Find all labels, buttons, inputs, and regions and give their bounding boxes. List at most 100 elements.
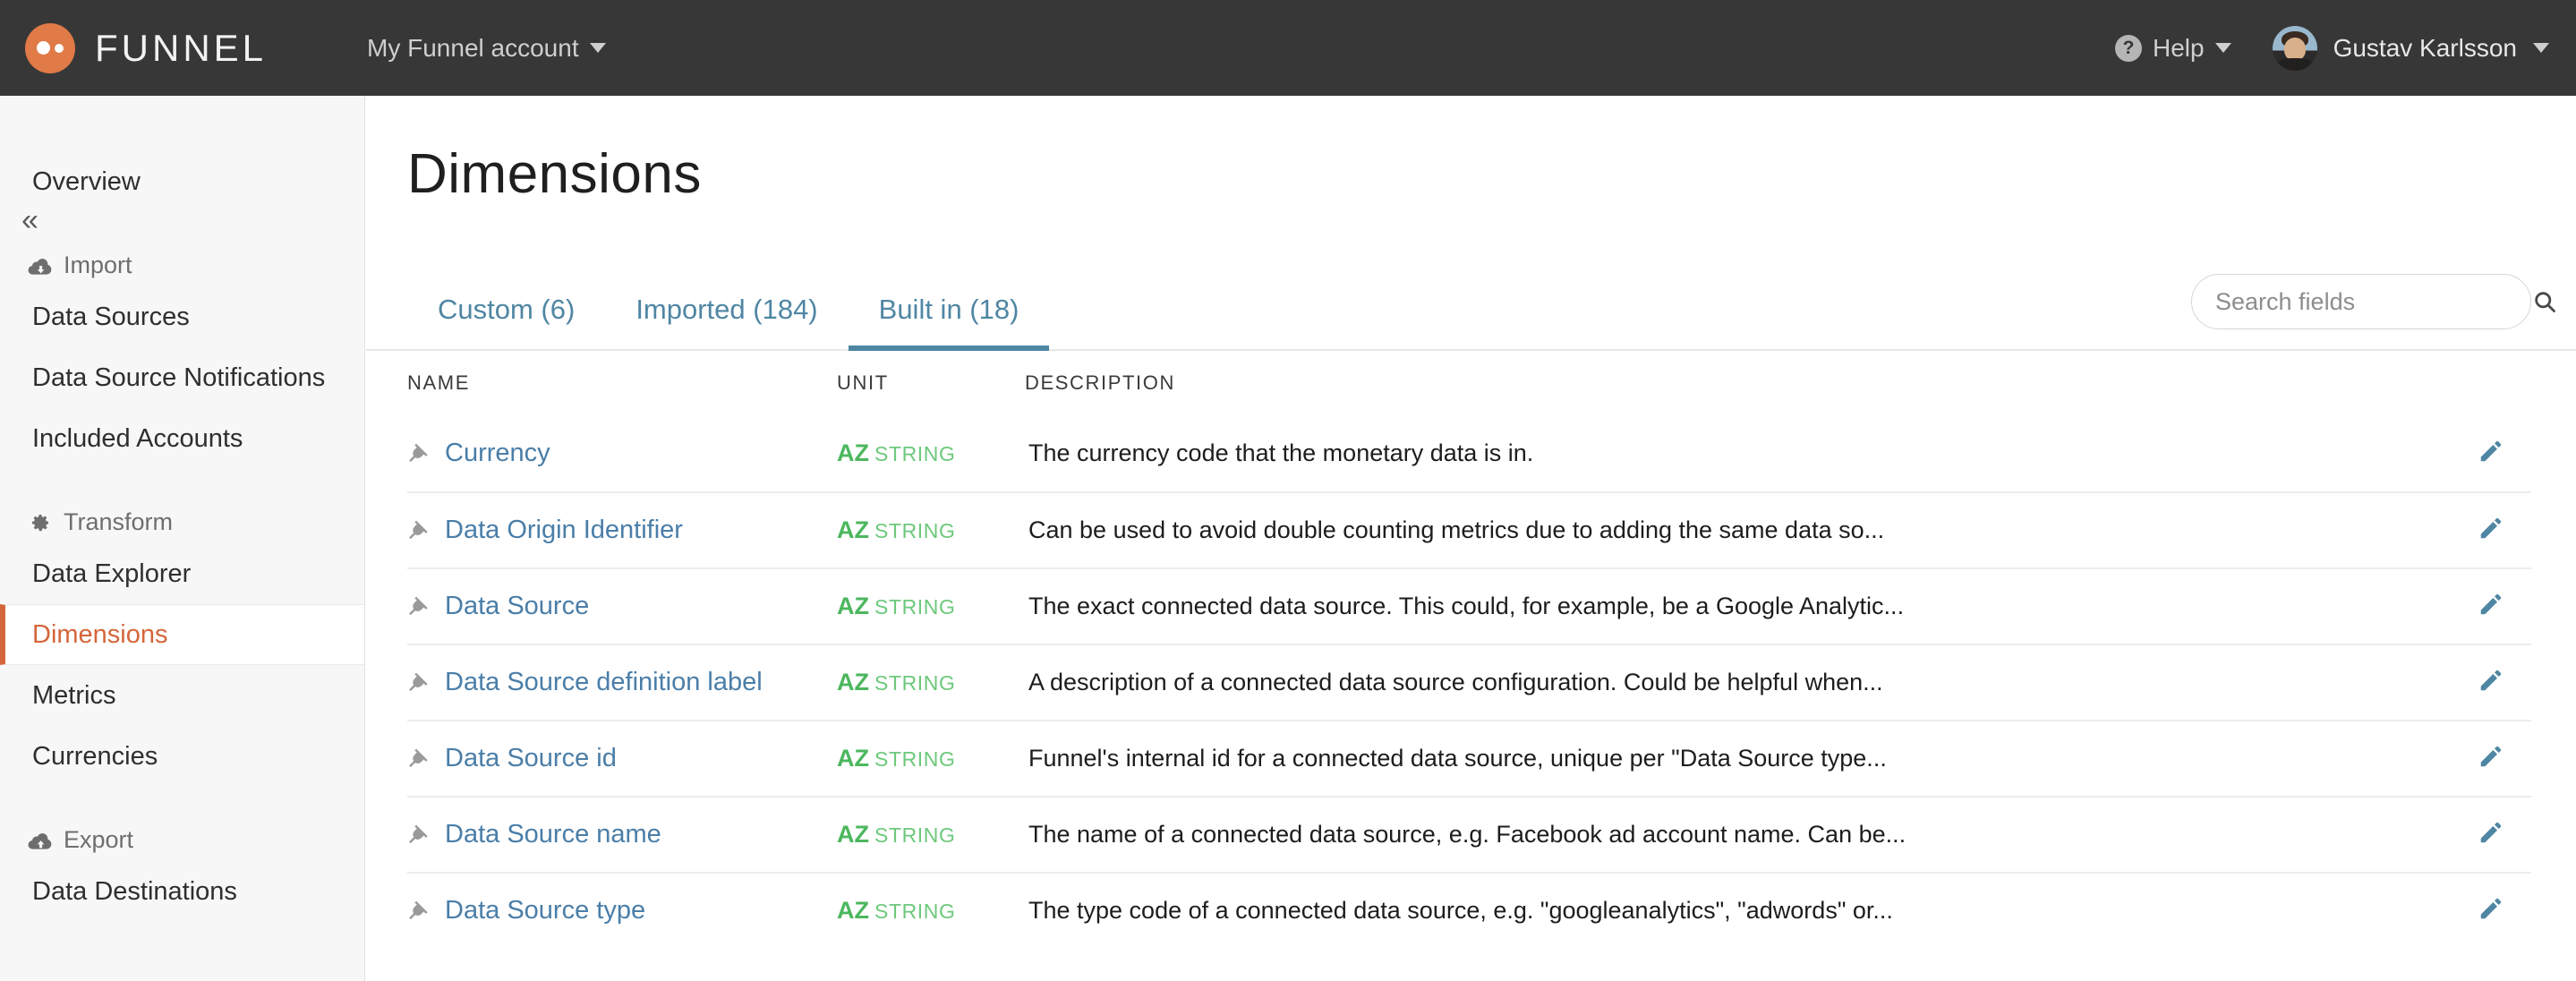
dimension-name-label: Currency — [445, 439, 550, 467]
sidebar-item-label: Currencies — [32, 741, 158, 771]
sidebar-item-included-accounts[interactable]: Included Accounts — [0, 408, 364, 469]
chevron-down-icon — [2214, 43, 2231, 53]
row-actions — [2451, 743, 2531, 774]
dimension-name-label: Data Source — [445, 592, 590, 620]
dimension-name-label: Data Origin Identifier — [445, 516, 683, 544]
brand-logo-group[interactable]: FUNNEL — [25, 22, 268, 73]
sidebar-item-data-sources[interactable]: Data Sources — [0, 286, 364, 347]
table-row: Data Source type AZ STRING The type code of… — [407, 872, 2531, 948]
user-menu-dropdown[interactable]: Gustav Karlsson — [2272, 25, 2549, 71]
pencil-icon[interactable] — [2478, 438, 2504, 465]
pencil-icon[interactable] — [2478, 667, 2504, 694]
pencil-icon[interactable] — [2478, 819, 2504, 846]
sidebar-item-label: Included Accounts — [32, 423, 243, 453]
sidebar-item-label: Dimensions — [32, 619, 168, 649]
sidebar-item-dimensions[interactable]: Dimensions — [0, 604, 364, 665]
edit-dimension-button[interactable] — [2478, 819, 2504, 850]
sidebar-item-label: Metrics — [32, 680, 116, 710]
unit-type: STRING — [874, 442, 956, 465]
sidebar-item-data-source-notifications[interactable]: Data Source Notifications — [0, 347, 364, 408]
dimension-unit: AZ STRING — [837, 897, 1025, 925]
pencil-icon[interactable] — [2478, 515, 2504, 542]
help-menu-label: Help — [2152, 33, 2205, 62]
plug-icon — [409, 748, 428, 767]
sidebar-item-metrics[interactable]: Metrics — [0, 665, 364, 726]
unit-code: AZ — [837, 821, 869, 848]
dimension-name-link[interactable]: Data Source type — [407, 896, 837, 926]
dimension-name-link[interactable]: Currency — [407, 439, 837, 468]
row-actions — [2451, 667, 2531, 698]
edit-dimension-button[interactable] — [2478, 743, 2504, 774]
table-row: Data Source AZ STRING The exact connected d… — [407, 567, 2531, 644]
tab-built-in-18[interactable]: Built in (18) — [848, 294, 1050, 351]
user-menu-label: Gustav Karlsson — [2333, 33, 2517, 62]
sidebar-collapse-icon[interactable]: « — [14, 201, 46, 239]
search-input[interactable] — [2215, 287, 2532, 316]
sidebar-section-export: Export — [0, 826, 364, 854]
sidebar-section-transform: Transform — [0, 508, 364, 536]
table-header-row: NAME UNIT DESCRIPTION — [407, 351, 2531, 415]
edit-dimension-button[interactable] — [2478, 515, 2504, 546]
column-header-unit: UNIT — [837, 371, 889, 394]
dimension-description: Can be used to avoid double counting met… — [1028, 516, 1885, 543]
dimension-name-label: Data Source name — [445, 820, 661, 849]
sidebar-section-label: Export — [64, 826, 134, 853]
dimension-description: The name of a connected data source, e.g… — [1028, 821, 1906, 848]
unit-type: STRING — [874, 595, 956, 618]
table-body: Currency AZ STRING The currency code that t… — [407, 415, 2531, 948]
row-actions — [2451, 895, 2531, 926]
sidebar-item-overview[interactable]: Overview — [0, 151, 364, 212]
sidebar-item-label: Data Sources — [32, 302, 190, 331]
tab-label: Custom (6) — [438, 294, 576, 325]
dimension-name-link[interactable]: Data Source — [407, 592, 837, 621]
chevron-down-icon — [589, 43, 606, 53]
funnel-logo-icon — [25, 22, 75, 73]
dimension-name-link[interactable]: Data Origin Identifier — [407, 516, 837, 545]
dimension-name-label: Data Source id — [445, 744, 617, 772]
edit-dimension-button[interactable] — [2478, 438, 2504, 469]
row-actions — [2451, 438, 2531, 469]
help-menu-dropdown[interactable]: ? Help — [2114, 33, 2231, 63]
dimension-unit: AZ STRING — [837, 593, 1025, 620]
plug-icon — [409, 824, 428, 843]
account-menu-dropdown[interactable]: My Funnel account — [367, 34, 606, 63]
plug-icon — [409, 596, 428, 615]
pencil-icon[interactable] — [2478, 895, 2504, 922]
dimension-name-link[interactable]: Data Source definition label — [407, 668, 837, 697]
help-question-icon: ? — [2114, 34, 2142, 62]
search-box[interactable] — [2191, 274, 2555, 329]
column-header-name: NAME — [407, 371, 470, 394]
sidebar-item-data-destinations[interactable]: Data Destinations — [0, 861, 364, 922]
unit-type: STRING — [874, 747, 956, 771]
unit-type: STRING — [874, 519, 956, 542]
search-icon — [2535, 292, 2555, 312]
brand-name: FUNNEL — [95, 26, 268, 69]
dimension-description: The currency code that the monetary data… — [1028, 439, 1534, 466]
tab-list: Custom (6) Imported (184) Built in (18) — [407, 294, 1050, 351]
pencil-icon[interactable] — [2478, 591, 2504, 618]
sidebar: « Overview Import Data Sources Data Source … — [0, 96, 365, 981]
sidebar-section-import: Import — [0, 252, 364, 279]
edit-dimension-button[interactable] — [2478, 591, 2504, 622]
table-row: Data Source definition label AZ STRING A de… — [407, 644, 2531, 720]
sidebar-nav-list: Overview Import Data Sources Data Source No… — [0, 96, 364, 922]
edit-dimension-button[interactable] — [2478, 667, 2504, 698]
avatar — [2272, 25, 2317, 71]
dimension-description: The exact connected data source. This co… — [1028, 593, 1905, 619]
dimension-name-link[interactable]: Data Source name — [407, 820, 837, 849]
tab-imported-184[interactable]: Imported (184) — [605, 294, 848, 351]
unit-code: AZ — [837, 593, 869, 619]
dimension-name-link[interactable]: Data Source id — [407, 744, 837, 773]
sidebar-item-data-explorer[interactable]: Data Explorer — [0, 543, 364, 604]
account-menu-label: My Funnel account — [367, 33, 579, 62]
sidebar-item-currencies[interactable]: Currencies — [0, 726, 364, 787]
row-actions — [2451, 591, 2531, 622]
tab-custom-6[interactable]: Custom (6) — [407, 294, 605, 351]
edit-dimension-button[interactable] — [2478, 895, 2504, 926]
dimension-unit: AZ STRING — [837, 516, 1025, 544]
tab-bar: Custom (6) Imported (184) Built in (18) — [366, 252, 2576, 351]
dimension-name-label: Data Source definition label — [445, 668, 763, 696]
sidebar-section-label: Transform — [64, 508, 174, 535]
main-content: Dimensions Custom (6) Imported (184) Built… — [366, 96, 2576, 981]
pencil-icon[interactable] — [2478, 743, 2504, 770]
